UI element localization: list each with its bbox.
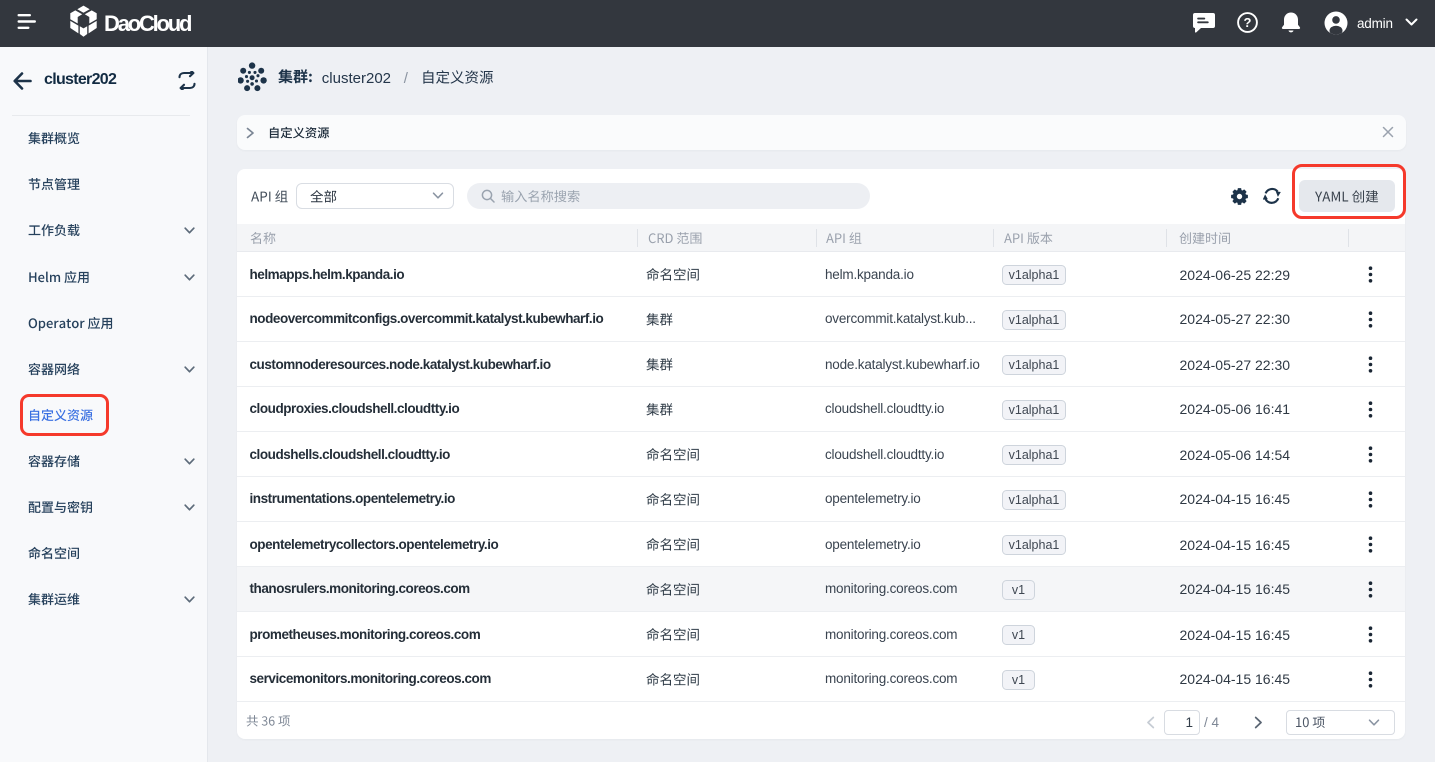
svg-text:?: ? (1244, 15, 1252, 30)
